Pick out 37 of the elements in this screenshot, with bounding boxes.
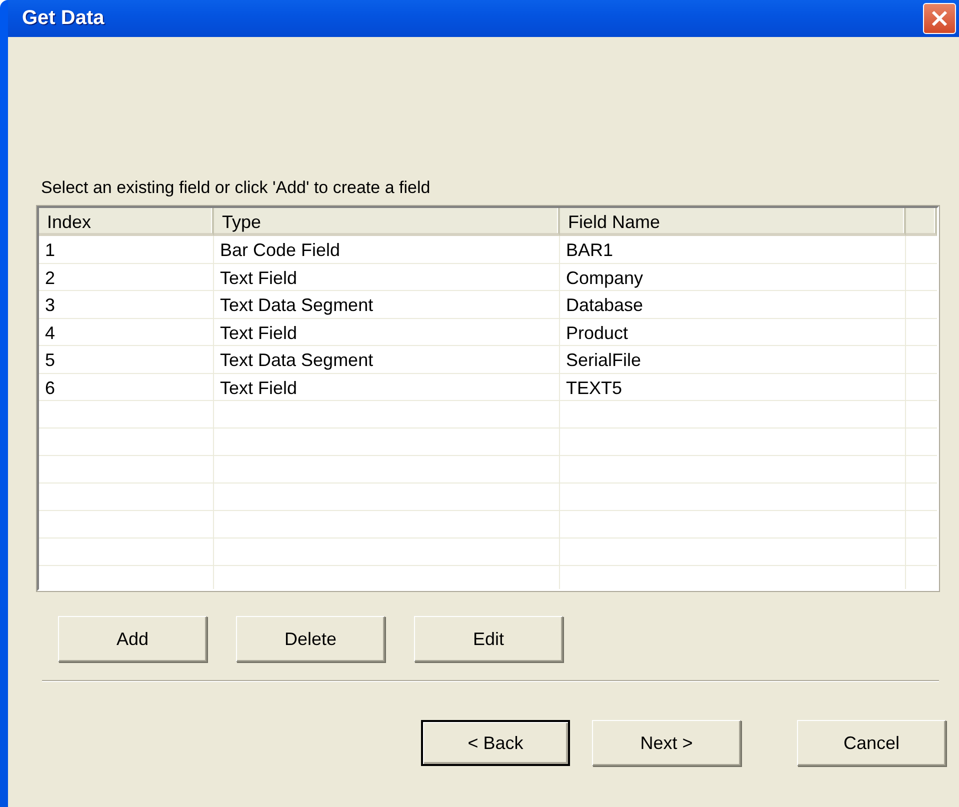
back-button[interactable]: < Back: [421, 720, 570, 766]
column-header[interactable]: Field Name: [560, 208, 906, 236]
table-cell: 4: [45, 322, 56, 342]
table-row[interactable]: 1 Bar Code Field BAR1: [39, 236, 937, 264]
table-cell: 3: [45, 295, 56, 315]
close-icon: [930, 9, 949, 28]
instruction-text: Select an existing field or click 'Add' to create a field: [41, 178, 432, 198]
table-cell: 5: [45, 350, 56, 370]
table-row[interactable]: 4 Text Field Product: [39, 318, 937, 346]
close-button[interactable]: [923, 3, 956, 34]
table-cell: Text Field: [220, 268, 298, 288]
add-button[interactable]: Add: [58, 616, 207, 662]
table-row[interactable]: 5 Text Data Segment SerialFile: [39, 346, 937, 374]
next-button[interactable]: Next >: [592, 720, 741, 766]
table-cell: Text Data Segment: [220, 350, 374, 370]
delete-button[interactable]: Delete: [236, 616, 385, 662]
table-cell: Database: [566, 295, 644, 315]
table-cell: TEXT5: [566, 378, 622, 398]
table-cell: 1: [45, 240, 56, 260]
table-cell: 2: [45, 268, 56, 288]
table-cell: Company: [566, 268, 644, 288]
table-row[interactable]: 3 Text Data Segment Database: [39, 291, 937, 318]
table-cell: Text Field: [220, 378, 298, 398]
table-cell: Product: [566, 322, 628, 342]
table-cell: Text Field: [220, 322, 298, 342]
table-cell: BAR1: [566, 240, 614, 260]
edit-button[interactable]: Edit: [414, 616, 563, 662]
table-cell: Text Data Segment: [220, 295, 374, 315]
table-row[interactable]: 6 Text Field TEXT5: [39, 374, 937, 401]
table-row[interactable]: 2 Text Field Company: [39, 264, 937, 291]
column-header[interactable]: Type: [214, 208, 560, 236]
table-cell: 6: [45, 378, 56, 398]
column-header[interactable]: Index: [39, 208, 214, 236]
window-title: Get Data: [22, 7, 104, 30]
table-cell: Bar Code Field: [220, 240, 340, 260]
table-cell: SerialFile: [566, 350, 642, 370]
cancel-button[interactable]: Cancel: [797, 720, 946, 766]
